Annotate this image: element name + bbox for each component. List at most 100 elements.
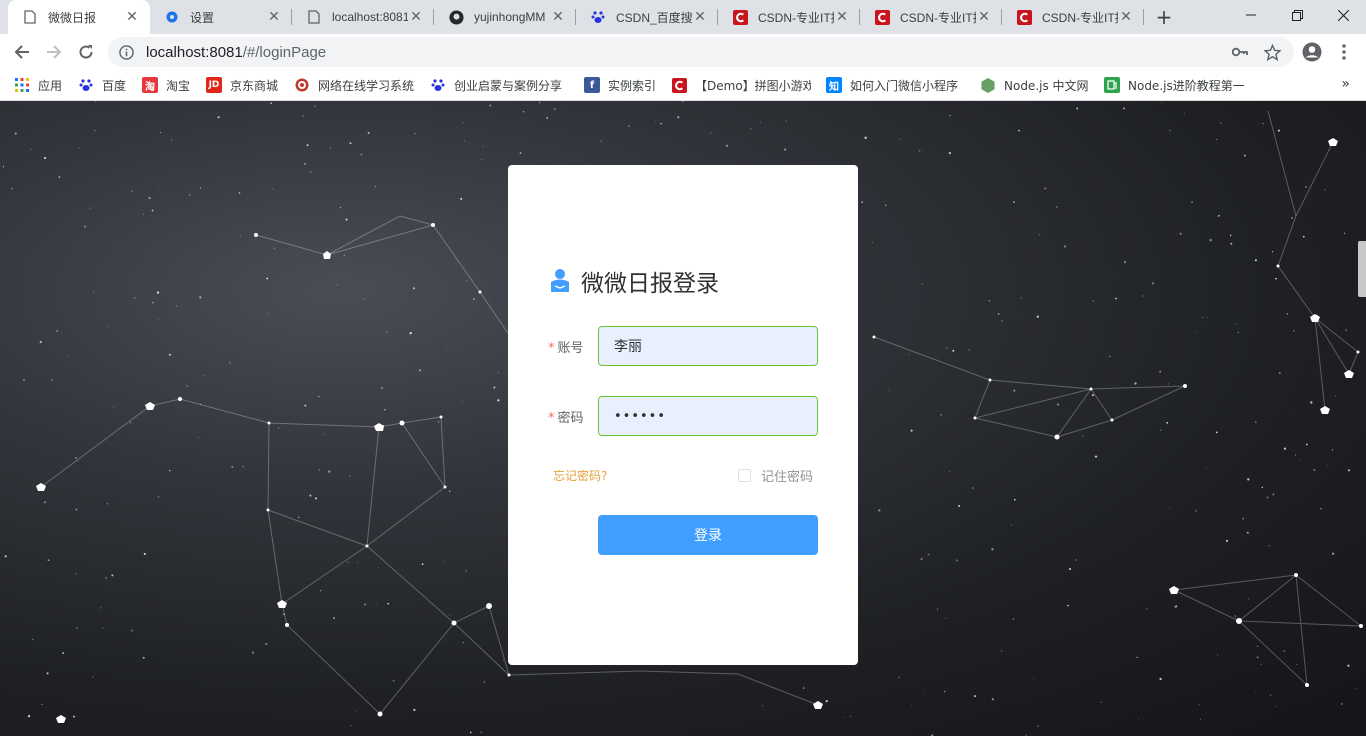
star-dot	[462, 122, 464, 124]
star-dot	[267, 313, 269, 315]
bookmark-label: Node.js进阶教程第一	[1128, 78, 1244, 93]
star-icon[interactable]	[1263, 43, 1281, 61]
star-dot	[151, 209, 154, 212]
star-dot	[323, 433, 325, 435]
tab-baidu-search[interactable]: CSDN_百度搜索 ✕	[576, 0, 718, 34]
remember-password-checkbox[interactable]: 记住密码	[738, 466, 813, 485]
bookmark-online-learning[interactable]: 网络在线学习系统	[294, 76, 420, 94]
star-dot	[67, 356, 69, 357]
minimize-button[interactable]	[1228, 0, 1274, 30]
star-dot	[825, 699, 828, 703]
login-card: 微微日报登录 * 账号 李丽 * 密码 •••••• 忘记密码? 记住密码 登录	[508, 165, 858, 665]
star-dot	[991, 698, 994, 701]
star-dot	[469, 731, 472, 734]
back-button[interactable]	[8, 38, 36, 66]
close-icon[interactable]: ✕	[692, 9, 708, 25]
bookmark-apps[interactable]: 应用	[14, 76, 74, 94]
star-dot	[1256, 656, 1259, 659]
close-icon[interactable]: ✕	[408, 9, 424, 25]
info-icon[interactable]	[118, 44, 134, 60]
star-dot	[900, 138, 902, 140]
star-dot	[157, 496, 160, 498]
bookmark-nodejs-advanced[interactable]: Node.js进阶教程第一	[1104, 76, 1244, 94]
bookmark-example-index[interactable]: f 实例索引	[584, 76, 660, 94]
account-label-text: 账号	[557, 340, 584, 356]
bookmark-baidu[interactable]: 百度	[78, 76, 134, 94]
window-close-button[interactable]	[1320, 0, 1366, 30]
star-dot	[553, 108, 556, 110]
page-scroll-indicator[interactable]	[1358, 241, 1366, 297]
star-dot	[1299, 459, 1301, 461]
tab-csdn-1[interactable]: CSDN-专业IT技 ✕	[718, 0, 860, 34]
star-dot	[169, 470, 171, 472]
close-icon[interactable]: ✕	[550, 9, 566, 25]
tab-localhost[interactable]: localhost:8081 ✕	[292, 0, 434, 34]
chevron-double-right-icon[interactable]: »	[1341, 76, 1350, 92]
menu-kebab-button[interactable]	[1332, 40, 1356, 64]
star-dot	[1218, 214, 1220, 217]
star-dot	[143, 552, 146, 555]
star-dot	[100, 607, 102, 609]
star-dot	[229, 361, 231, 364]
restore-button[interactable]	[1274, 0, 1320, 30]
star-dot	[397, 201, 399, 203]
star-dot	[1306, 443, 1308, 446]
bookmark-nodejs-cn[interactable]: Node.js 中文网	[980, 76, 1092, 94]
star-dot	[888, 389, 890, 391]
bookmark-puzzle-demo[interactable]: 【Demo】拼图小游戏	[671, 76, 811, 94]
forward-button[interactable]	[40, 38, 68, 66]
tab-github[interactable]: yujinhongMM ✕	[434, 0, 576, 34]
bookmark-taobao[interactable]: 淘 淘宝	[142, 76, 198, 94]
star-dot	[1266, 496, 1269, 499]
star-dot	[921, 283, 923, 285]
tab-weiwei-daily[interactable]: 微微日报 ✕	[8, 0, 150, 34]
profile-avatar[interactable]	[1300, 40, 1324, 64]
star-dot	[1117, 272, 1119, 273]
checkbox-box[interactable]	[738, 469, 751, 482]
star-dot	[203, 374, 205, 377]
star-dot	[363, 603, 367, 606]
page-icon	[22, 9, 38, 25]
close-icon[interactable]: ✕	[266, 9, 282, 25]
star-dot	[89, 207, 91, 209]
star-dot	[349, 475, 351, 477]
close-icon[interactable]: ✕	[1118, 9, 1134, 25]
close-icon[interactable]: ✕	[834, 9, 850, 25]
star-dot	[1146, 608, 1148, 610]
star-dot	[355, 710, 357, 712]
star-dot	[75, 573, 77, 575]
reload-button[interactable]	[72, 38, 100, 66]
star-dot	[1340, 702, 1343, 706]
star-dot	[347, 561, 349, 563]
new-tab-button[interactable]: +	[1152, 5, 1176, 29]
close-icon[interactable]: ✕	[124, 9, 140, 25]
star-dot	[328, 470, 331, 473]
star-dot	[374, 185, 376, 187]
star-dot	[41, 703, 43, 706]
close-icon[interactable]: ✕	[976, 9, 992, 25]
bookmark-startup-cases[interactable]: 创业启蒙与案例分享	[430, 76, 570, 94]
star-dot	[1343, 232, 1346, 235]
account-input[interactable]: 李丽	[598, 326, 818, 366]
star-dot	[306, 144, 309, 147]
address-bar[interactable]: localhost:8081/#/loginPage	[108, 37, 1294, 67]
star-dot	[1001, 319, 1004, 322]
star-dot	[1184, 113, 1185, 114]
password-input[interactable]: ••••••	[598, 396, 818, 436]
tab-settings[interactable]: 设置 ✕	[150, 0, 292, 34]
login-button[interactable]: 登录	[598, 515, 818, 555]
star-dot	[1191, 201, 1193, 203]
star-dot	[1159, 429, 1162, 432]
star-dot	[972, 487, 974, 489]
tab-strip: 微微日报 ✕ 设置 ✕ localhost:8081 ✕ yujinhongMM…	[0, 0, 1366, 34]
tab-title: 微微日报	[48, 10, 97, 25]
bookmark-jd[interactable]: JD 京东商城	[206, 76, 286, 94]
key-icon[interactable]	[1231, 43, 1249, 61]
star-dot	[949, 114, 951, 117]
forgot-password-link[interactable]: 忘记密码?	[553, 467, 607, 484]
star-dot	[873, 141, 875, 143]
star-dot	[1237, 331, 1239, 334]
bookmark-wechat-miniprogram[interactable]: 知 如何入门微信小程序	[826, 76, 966, 94]
tab-csdn-2[interactable]: CSDN-专业IT技 ✕	[860, 0, 1002, 34]
tab-csdn-3[interactable]: CSDN-专业IT技 ✕	[1002, 0, 1144, 34]
